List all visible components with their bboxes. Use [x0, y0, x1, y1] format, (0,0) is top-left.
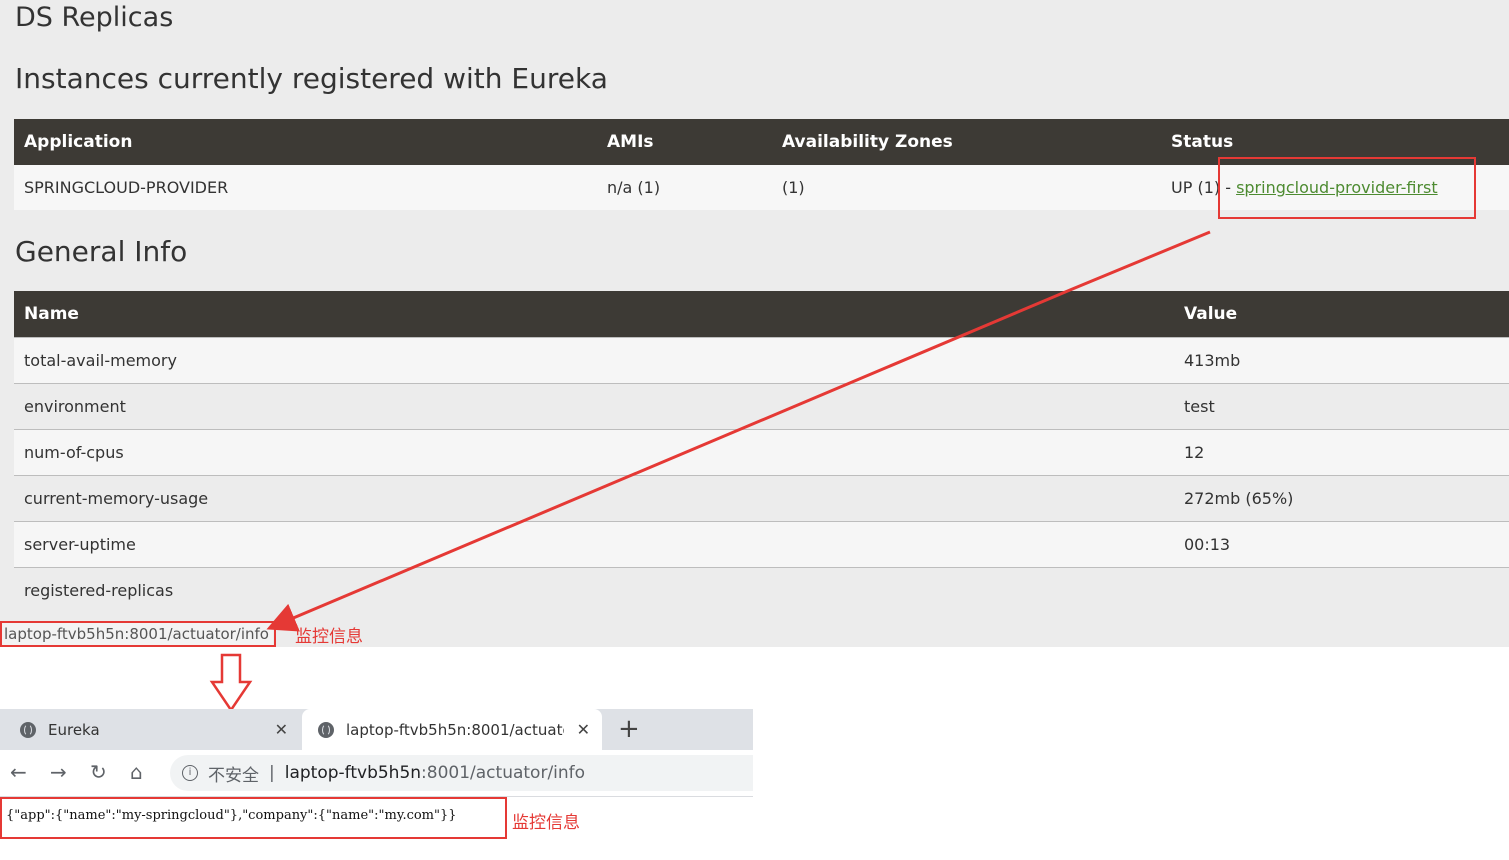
address-bar[interactable]: i 不安全 | laptop-ftvb5h5n:8001/actuator/in…: [170, 755, 753, 791]
globe-icon: [318, 721, 334, 738]
close-icon[interactable]: ✕: [275, 720, 300, 739]
info-icon[interactable]: i: [182, 765, 198, 781]
pointer-arrow: [266, 230, 1211, 632]
forward-icon[interactable]: →: [50, 760, 67, 784]
tab-actuator-info[interactable]: laptop-ftvb5h5n:8001/actuator/info ✕: [302, 709, 602, 750]
annotation-label-bottom: 监控信息: [512, 813, 580, 833]
new-tab-button[interactable]: +: [618, 715, 640, 743]
close-icon[interactable]: ✕: [577, 720, 602, 739]
browser-toolbar: ← → ↻ ⌂ i 不安全 | laptop-ftvb5h5n:8001/act…: [0, 750, 753, 797]
tab-eureka[interactable]: Eureka ✕: [0, 709, 300, 750]
browser-window: Eureka ✕ laptop-ftvb5h5n:8001/actuator/i…: [0, 709, 753, 799]
tab-strip: Eureka ✕ laptop-ftvb5h5n:8001/actuator/i…: [0, 709, 753, 750]
url-host: laptop-ftvb5h5n: [284, 763, 422, 783]
home-icon[interactable]: ⌂: [130, 760, 143, 784]
reload-icon[interactable]: ↻: [90, 760, 107, 784]
tab-title: Eureka: [48, 720, 100, 739]
security-label[interactable]: 不安全: [208, 761, 259, 786]
down-arrow-icon: [209, 653, 253, 713]
globe-icon: [20, 721, 36, 738]
separator: |: [269, 763, 275, 783]
back-icon[interactable]: ←: [10, 760, 27, 784]
tab-title: laptop-ftvb5h5n:8001/actuator/info: [346, 720, 564, 739]
url-path: :8001/actuator/info: [421, 763, 586, 783]
highlight-box-json: [0, 797, 507, 839]
